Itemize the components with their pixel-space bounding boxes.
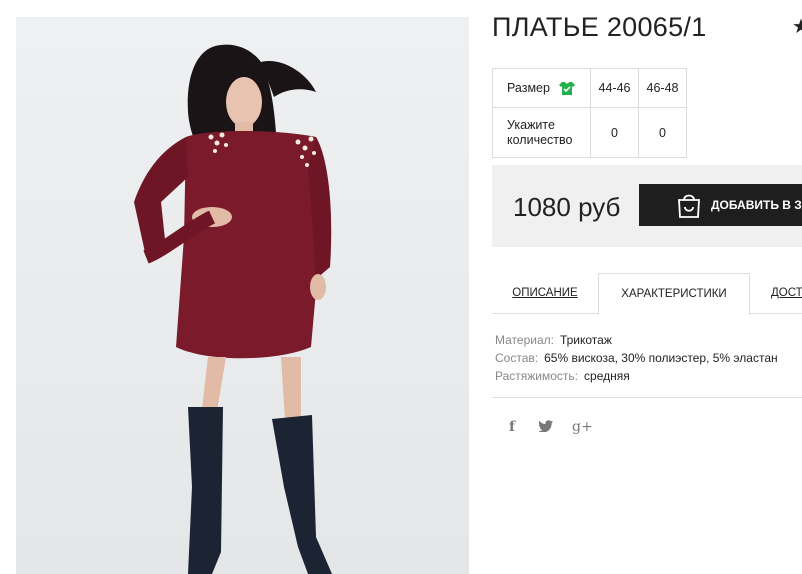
shopping-bag-icon	[678, 194, 700, 218]
quantity-label-cell: Укажите количество	[492, 107, 591, 158]
spec-key: Состав:	[495, 351, 539, 365]
add-to-cart-label: ДОБАВИТЬ В ЗАК	[711, 198, 802, 212]
product-title: ПЛАТЬЕ 20065/1	[492, 12, 707, 42]
characteristics-list: Материал: Трикотаж Состав: 65% вискоза, 30…	[495, 331, 778, 385]
google-plus-icon[interactable]: g+	[572, 419, 593, 435]
star-icon[interactable]: ★	[792, 14, 802, 39]
product-price: 1080 руб	[513, 192, 621, 222]
size-label-cell: Размер	[492, 68, 591, 108]
size-label: Размер	[507, 80, 550, 95]
price-box: 1080 руб ДОБАВИТЬ В ЗАК	[492, 165, 802, 247]
quantity-label-line1: Укажите	[507, 117, 555, 132]
size-option[interactable]: 44-46	[590, 68, 639, 108]
quantity-input[interactable]: 0	[590, 107, 639, 158]
add-to-cart-button[interactable]: ДОБАВИТЬ В ЗАК	[639, 184, 802, 226]
tab-characteristics[interactable]: ХАРАКТЕРИСТИКИ	[598, 273, 750, 315]
spec-row-stretch: Растяжимость: средняя	[495, 367, 778, 385]
tab-description[interactable]: ОПИСАНИЕ	[492, 273, 598, 314]
divider	[492, 397, 802, 398]
model-illustration	[134, 44, 332, 574]
size-chart-icon[interactable]	[559, 81, 576, 95]
spec-value: 65% вискоза, 30% полиэстер, 5% эластан	[544, 351, 778, 365]
spec-row-composition: Состав: 65% вискоза, 30% полиэстер, 5% эл…	[495, 349, 778, 367]
facebook-icon[interactable]: f	[509, 419, 515, 435]
spec-value: средняя	[584, 369, 630, 383]
size-table: Размер 44-46 46-48 Укажите количество 0 …	[492, 68, 687, 158]
tab-delivery[interactable]: ДОСТА	[750, 273, 802, 314]
quantity-label-line2: количество	[507, 132, 573, 147]
product-tabs: ОПИСАНИЕ ХАРАКТЕРИСТИКИ ДОСТА	[492, 273, 802, 315]
size-option[interactable]: 46-48	[638, 68, 687, 108]
spec-key: Материал:	[495, 333, 554, 347]
twitter-icon[interactable]	[538, 419, 553, 435]
quantity-input[interactable]: 0	[638, 107, 687, 158]
spec-row-material: Материал: Трикотаж	[495, 331, 778, 349]
spec-value: Трикотаж	[559, 333, 612, 347]
product-image[interactable]	[16, 17, 469, 574]
spec-key: Растяжимость:	[495, 369, 579, 383]
